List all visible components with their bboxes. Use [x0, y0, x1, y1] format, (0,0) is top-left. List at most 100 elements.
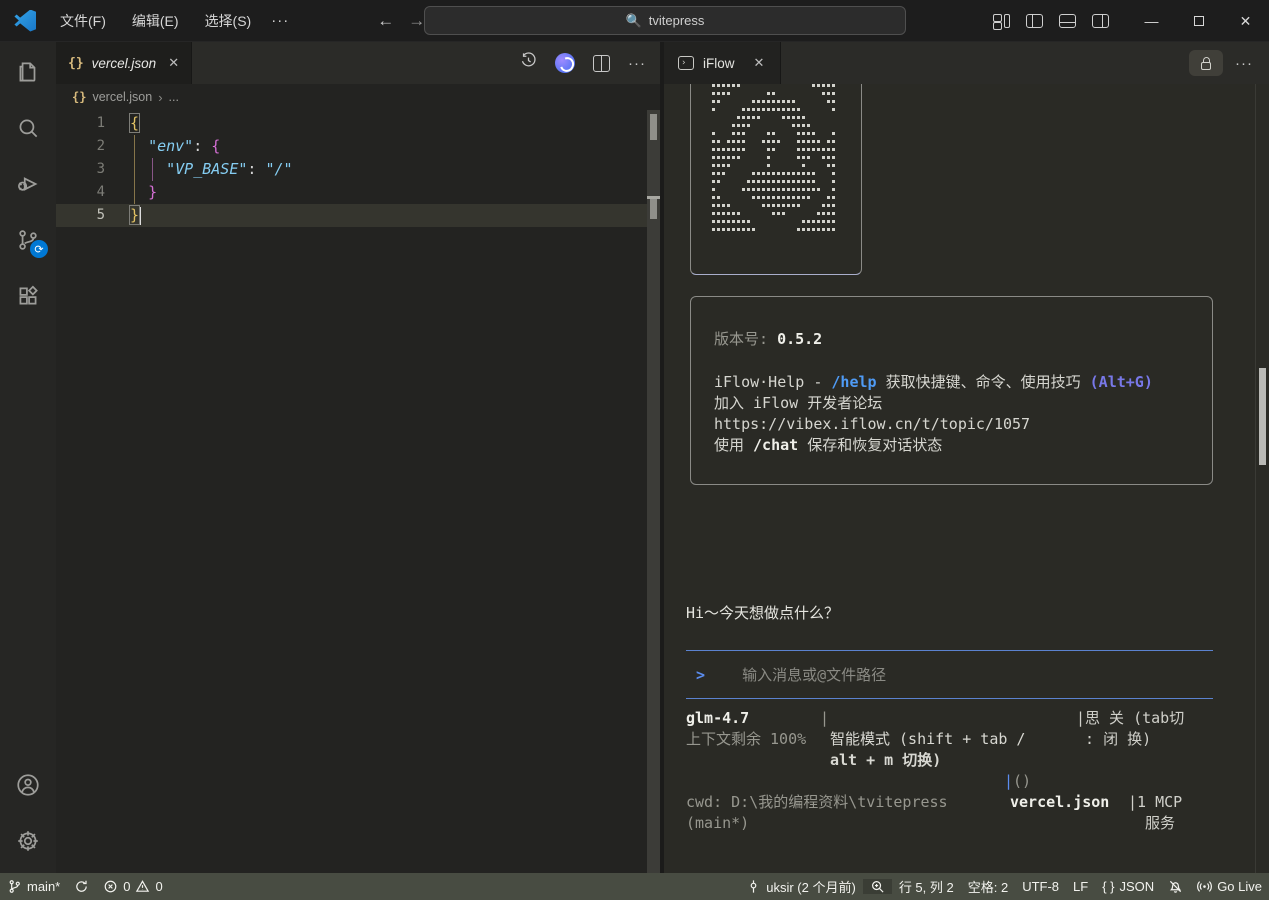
eol-indicator[interactable]: LF [1066, 879, 1095, 894]
source-control-sync-badge: ⟳ [30, 240, 48, 258]
breadcrumb-file[interactable]: vercel.json [92, 90, 152, 104]
split-editor-icon[interactable] [593, 55, 610, 72]
line-number: 2 [56, 135, 130, 158]
error-count: 0 [123, 879, 130, 894]
explorer-icon[interactable] [4, 48, 52, 96]
editor-group: {} vercel.json ✕ ··· {} vercel.json › .. [56, 42, 664, 873]
problems-indicator[interactable]: 0 0 [96, 879, 169, 894]
code-line-1[interactable]: 1{ [56, 112, 660, 135]
cursor-position[interactable]: 行 5, 列 2 [892, 877, 961, 896]
zoom-indicator[interactable] [863, 879, 892, 894]
code-line-3[interactable]: 3 "VP_BASE": "/" [56, 158, 660, 181]
customize-layout-icon[interactable] [993, 14, 1010, 28]
code-line-2[interactable]: 2 "env": { [56, 135, 660, 158]
mcp-line2: 服务 [1145, 813, 1175, 834]
breadcrumb[interactable]: {} vercel.json › ... [56, 84, 660, 110]
editor-scrollbar[interactable] [647, 110, 660, 873]
ascii-art [701, 84, 861, 227]
chat-command[interactable]: /chat [753, 436, 798, 454]
minimize-button[interactable]: — [1128, 0, 1175, 42]
toggle-secondary-sidebar-icon[interactable] [1092, 14, 1109, 28]
close-button[interactable]: ✕ [1222, 0, 1269, 42]
lock-button[interactable] [1189, 50, 1223, 76]
toggle-primary-sidebar-icon[interactable] [1026, 14, 1043, 28]
panel-scrollbar[interactable] [1255, 84, 1269, 873]
message-input[interactable]: 输入消息或@文件路径 [742, 666, 886, 684]
language-label: JSON [1120, 879, 1155, 894]
search-icon: 🔍 [626, 13, 642, 29]
version-label: 版本号: [714, 330, 768, 348]
menu-overflow-button[interactable]: ··· [261, 7, 299, 34]
account-icon[interactable] [4, 761, 52, 809]
panel-tab-close-icon[interactable]: ✕ [754, 55, 765, 71]
settings-gear-icon[interactable] [4, 817, 52, 865]
source-control-icon[interactable]: ⟳ [4, 216, 52, 264]
search-sidebar-icon[interactable] [4, 104, 52, 152]
menu-item[interactable]: 选择(S) [195, 6, 262, 36]
code-lines: 1{2 "env": {3 "VP_BASE": "/"4 }5} [56, 112, 660, 227]
panel-tabbar: › iFlow ✕ ··· [664, 42, 1269, 84]
toggle-panel-icon[interactable] [1059, 14, 1076, 28]
thinking-status-line1: |思 关 (tab切 [1076, 708, 1184, 729]
tab-close-icon[interactable]: ✕ [168, 55, 179, 71]
menu-item[interactable]: 编辑(E) [122, 6, 189, 36]
thinking-status-line2: : 闭 换) [1076, 729, 1151, 750]
prompt-icon: > [696, 666, 705, 684]
iflow-extension-icon[interactable] [555, 53, 575, 73]
menu-item[interactable]: 文件(F) [50, 6, 116, 36]
sync-changes-button[interactable] [67, 879, 96, 894]
help-command[interactable]: /help [831, 373, 876, 391]
go-live-button[interactable]: Go Live [1190, 879, 1269, 894]
branch-indicator[interactable]: main* [0, 879, 67, 894]
panel-more-actions-icon[interactable]: ··· [1235, 55, 1253, 72]
activity-bar: ⟳ [0, 42, 56, 873]
json-file-icon: {} [68, 56, 84, 71]
terminal-content[interactable]: 版本号: 0.5.2 iFlow·Help - /help 获取快捷键、命令、使… [664, 84, 1255, 873]
mcp-line1: |1 MCP [1128, 792, 1182, 813]
input-border-top [686, 650, 1213, 651]
iflow-logo-art-box [690, 84, 862, 275]
search-value: tvitepress [649, 13, 705, 28]
nav-forward-icon[interactable]: → [408, 11, 425, 31]
lock-icon [1201, 62, 1211, 70]
tab-iflow[interactable]: › iFlow ✕ [664, 42, 781, 84]
editor-tabbar: {} vercel.json ✕ ··· [56, 42, 660, 84]
nav-back-icon[interactable]: ← [377, 11, 394, 31]
command-center-search[interactable]: 🔍 tvitepress [424, 6, 906, 35]
editor-scrollbar-thumb[interactable] [650, 114, 657, 140]
line-number: 4 [56, 181, 130, 204]
timeline-history-icon[interactable] [520, 52, 537, 74]
warning-count: 0 [155, 879, 162, 894]
indentation-indicator[interactable]: 空格: 2 [961, 877, 1015, 896]
language-mode[interactable]: { } JSON [1095, 879, 1161, 894]
menubar: 文件(F)编辑(E)选择(S) [50, 6, 261, 36]
version-value: 0.5.2 [777, 330, 822, 348]
chevron-right-icon: › [158, 90, 162, 105]
status-separator: | [820, 708, 829, 729]
join-forum-line: 加入 iFlow 开发者论坛 [714, 393, 1212, 414]
version-info-box: 版本号: 0.5.2 iFlow·Help - /help 获取快捷键、命令、使… [690, 296, 1213, 485]
git-blame-indicator[interactable]: uksir (2 个月前) [739, 877, 863, 896]
model-name: glm-4.7 [686, 708, 749, 729]
code-line-5[interactable]: 5} [56, 204, 660, 227]
status-bar: main* 0 0 uksir (2 个月前) 行 5, 列 2 空格: 2 U [0, 873, 1269, 900]
vscode-logo-icon [14, 10, 36, 32]
branch-name: main* [27, 879, 60, 894]
help-mid: 获取快捷键、命令、使用技巧 [877, 373, 1090, 391]
chat-pre: 使用 [714, 436, 753, 454]
chat-post: 保存和恢复对话状态 [798, 436, 942, 454]
encoding-indicator[interactable]: UTF-8 [1015, 879, 1066, 894]
code-line-4[interactable]: 4 } [56, 181, 660, 204]
tab-vercel-json[interactable]: {} vercel.json ✕ [56, 42, 192, 84]
maximize-button[interactable] [1175, 0, 1222, 42]
code-editor[interactable]: 1{2 "env": {3 "VP_BASE": "/"4 }5} [56, 110, 660, 873]
notifications-muted-icon[interactable] [1161, 879, 1190, 894]
extensions-icon[interactable] [4, 272, 52, 320]
forum-url[interactable]: https://vibex.iflow.cn/t/topic/1057 [714, 414, 1212, 435]
run-debug-icon[interactable] [4, 160, 52, 208]
breadcrumb-more[interactable]: ... [169, 90, 179, 104]
editor-more-actions-icon[interactable]: ··· [628, 55, 646, 72]
panel-scrollbar-thumb[interactable] [1259, 368, 1266, 465]
paren-indicator: () [1013, 772, 1031, 790]
panel-tab-label: iFlow [703, 56, 735, 71]
